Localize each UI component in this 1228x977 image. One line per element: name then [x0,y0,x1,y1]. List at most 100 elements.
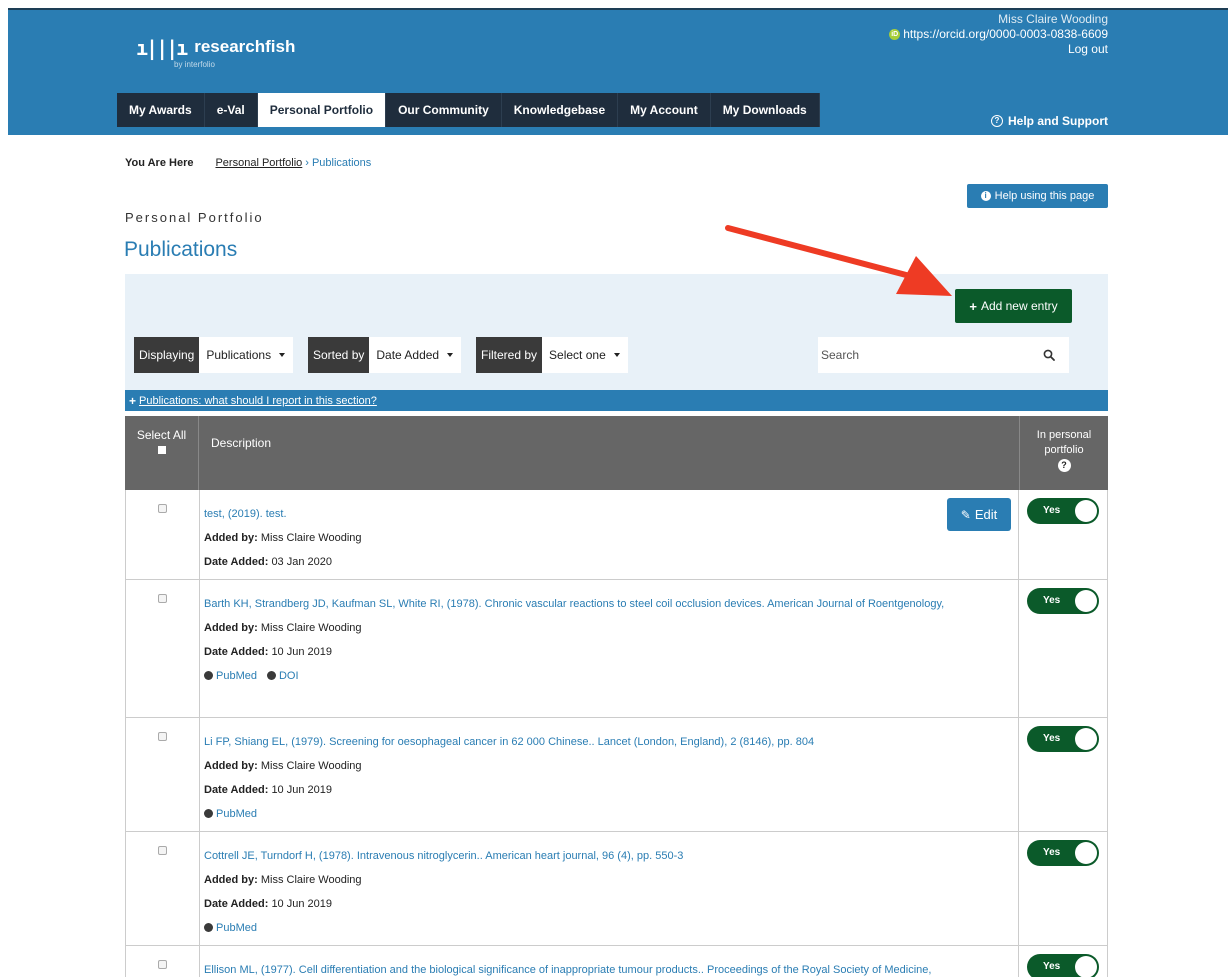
external-links: PubMed DOI [204,664,1018,688]
toggle-knob [1075,728,1097,750]
nav-personal-portfolio[interactable]: Personal Portfolio [257,93,387,127]
row-checkbox[interactable] [158,732,167,741]
filtered-by-filter[interactable]: Filtered by Select one [476,337,628,373]
table-row: Li FP, Shiang EL, (1979). Screening for … [125,718,1108,832]
pubmed-link[interactable]: PubMed [204,802,257,826]
publication-citation-link[interactable]: Ellison ML, (1977). Cell differentiation… [204,958,1018,977]
nav-our-community[interactable]: Our Community [386,93,502,127]
search-box [818,337,1069,373]
pubmed-link[interactable]: PubMed [204,664,257,688]
nav-knowledgebase[interactable]: Knowledgebase [501,93,619,127]
edit-button[interactable]: ✎ Edit [947,498,1011,531]
guidance-toggle[interactable]: + Publications: what should I report in … [125,390,1108,411]
doi-label: DOI [278,670,299,682]
portfolio-toggle[interactable]: Yes [1027,726,1099,752]
breadcrumb-separator: › [305,157,309,169]
pubmed-link[interactable]: PubMed [204,916,257,940]
page-title: Publications [124,238,238,261]
main-nav: My Awards e-Val Personal Portfolio Our C… [117,93,820,127]
globe-icon [266,671,276,680]
portfolio-toggle[interactable]: Yes [1027,588,1099,614]
external-links: PubMed [204,916,1018,940]
row-checkbox[interactable] [158,960,167,969]
section-kicker: Personal Portfolio [125,210,264,225]
external-links: PubMed [204,802,1018,826]
publication-citation-link[interactable]: Barth KH, Strandberg JD, Kaufman SL, Whi… [204,592,1018,616]
in-portfolio-header: In personal portfolio ? [1020,416,1108,490]
nav-my-account[interactable]: My Account [618,93,711,127]
added-by-label: Added by: [204,874,258,886]
toggle-knob [1075,500,1097,522]
help-using-page-label: Help using this page [994,190,1095,202]
toggle-knob [1075,842,1097,864]
displaying-filter[interactable]: Displaying Publications [134,337,294,373]
date-added: Date Added: 10 Jun 2019 [204,778,1018,802]
doi-link[interactable]: DOI [266,664,299,688]
help-circle-icon: ? [991,115,1003,127]
sorted-by-select[interactable]: Date Added [369,337,462,373]
breadcrumb-parent-link[interactable]: Personal Portfolio [215,157,302,169]
added-by-value: Miss Claire Wooding [260,760,362,772]
added-by: Added by: Miss Claire Wooding [204,616,1018,640]
toggle-label: Yes [1043,847,1061,858]
nav-my-downloads[interactable]: My Downloads [710,93,820,127]
help-using-page-button[interactable]: i Help using this page [967,184,1108,208]
user-box: Miss Claire Wooding iD https://orcid.org… [889,12,1108,57]
add-new-entry-button[interactable]: + Add new entry [955,289,1072,323]
logout-link[interactable]: Log out [889,42,1108,57]
row-checkbox[interactable] [158,594,167,603]
pencil-icon: ✎ [960,507,971,522]
user-name: Miss Claire Wooding [998,12,1108,26]
filtered-by-select[interactable]: Select one [542,337,628,373]
nav-my-awards[interactable]: My Awards [117,93,205,127]
sorted-by-filter[interactable]: Sorted by Date Added [308,337,462,373]
globe-icon [204,671,213,680]
nav-e-val[interactable]: e-Val [204,93,258,127]
displaying-select[interactable]: Publications [199,337,294,373]
annotation-arrow [725,225,952,296]
orcid-link[interactable]: https://orcid.org/0000-0003-0838-6609 [903,27,1108,42]
plus-icon: + [129,393,137,408]
logo-bars-icon: ı|||ı [136,36,188,60]
date-added: Date Added: 10 Jun 2019 [204,640,1018,664]
select-all-label: Select All [136,428,187,442]
publication-citation-link[interactable]: test, (2019). test. [204,502,1018,526]
table-row: test, (2019). test. Added by: Miss Clair… [125,490,1108,580]
portfolio-toggle[interactable]: Yes [1027,954,1099,977]
breadcrumb-here-label: You Are Here [125,157,194,169]
publication-citation-link[interactable]: Cottrell JE, Turndorf H, (1978). Intrave… [204,844,1018,868]
date-added-value: 10 Jun 2019 [271,784,332,796]
added-by: Added by: Miss Claire Wooding [204,526,1018,550]
added-by: Added by: Miss Claire Wooding [204,868,1018,892]
displaying-value: Publications [206,348,272,362]
toggle-knob [1075,590,1097,612]
in-portfolio-header-line2: portfolio [1044,444,1084,456]
date-added-label: Date Added: [204,556,269,568]
portfolio-toggle[interactable]: Yes [1027,840,1099,866]
added-by-value: Miss Claire Wooding [260,874,362,886]
toggle-label: Yes [1043,961,1061,972]
toggle-label: Yes [1043,733,1061,744]
researchfish-logo[interactable]: ı|||ı researchfish by interfolio [136,36,295,70]
row-checkbox[interactable] [158,846,167,855]
breadcrumb: You Are Here Personal Portfolio › Public… [125,157,371,169]
filtered-by-label: Filtered by [476,337,543,373]
search-input[interactable] [821,348,1036,362]
portfolio-toggle[interactable]: Yes [1027,498,1099,524]
publication-citation-link[interactable]: Li FP, Shiang EL, (1979). Screening for … [204,730,1018,754]
date-added: Date Added: 03 Jan 2020 [204,550,1018,574]
breadcrumb-current: Publications [311,157,372,169]
add-new-entry-label: Add new entry [980,299,1058,313]
guidance-link[interactable]: Publications: what should I report in th… [139,395,377,407]
search-icon[interactable] [1043,349,1055,361]
date-added-label: Date Added: [204,784,269,796]
publications-table: Select All Description In personal portf… [125,416,1108,977]
help-support-link[interactable]: ? Help and Support [991,114,1108,128]
caret-down-icon [613,353,620,357]
date-added-value: 10 Jun 2019 [271,898,332,910]
question-icon[interactable]: ? [1057,459,1071,472]
row-checkbox[interactable] [158,504,167,513]
select-all-checkbox[interactable] [157,446,166,454]
pubmed-label: PubMed [216,808,257,820]
added-by-label: Added by: [204,760,258,772]
